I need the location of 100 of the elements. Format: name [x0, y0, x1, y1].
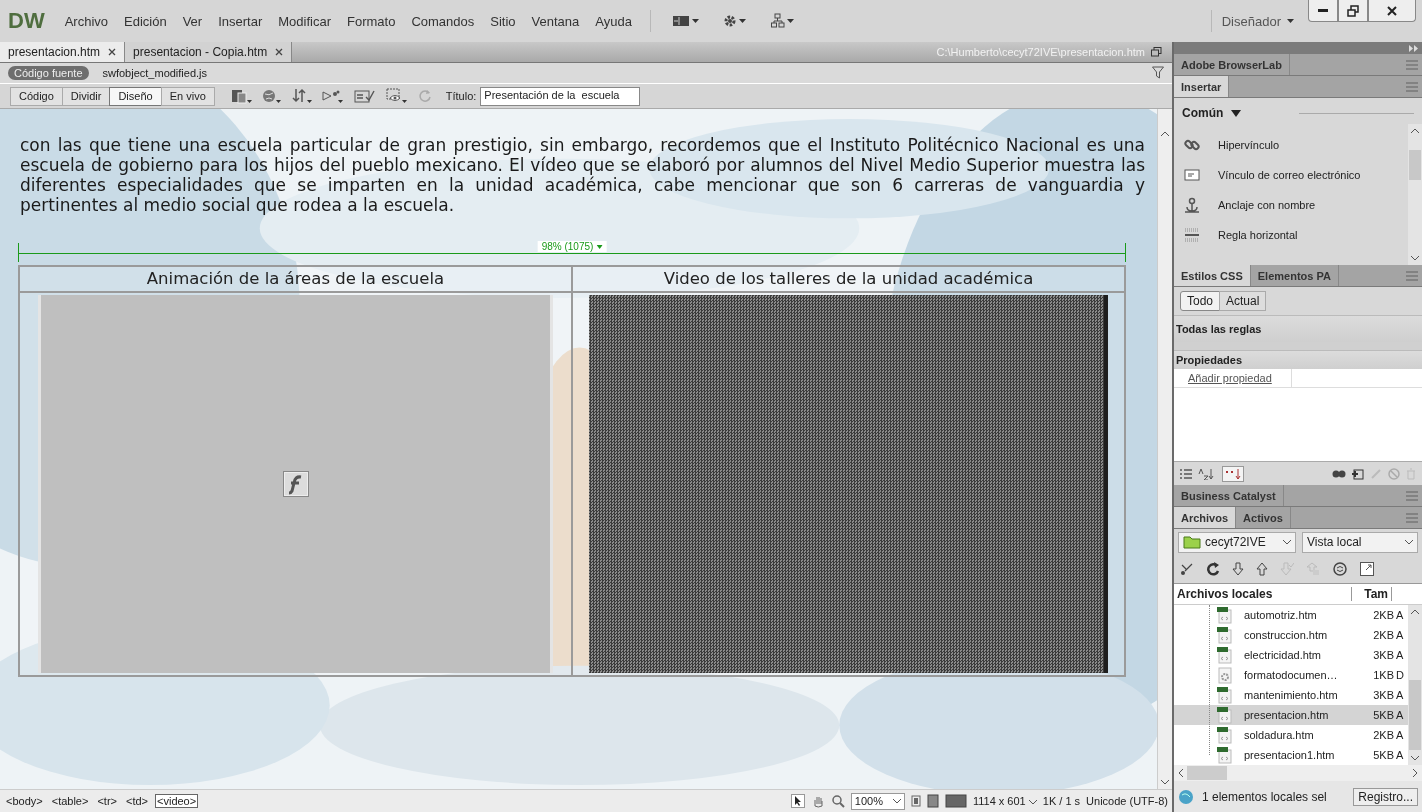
phone-size-icon — [910, 795, 921, 807]
file-row[interactable]: soldadura.htm 2KB A — [1174, 725, 1408, 745]
menu-item[interactable]: Archivo — [56, 13, 116, 29]
desktop-size-icon — [944, 794, 967, 808]
layout-icon — [672, 15, 699, 27]
zoom-icon — [830, 794, 845, 808]
refresh-icon — [417, 89, 432, 103]
status-text: 1 elementos locales sel — [1202, 789, 1327, 804]
zoom-dropdown[interactable]: 100% — [850, 792, 905, 810]
panel-tab[interactable]: Archivos — [1174, 507, 1237, 528]
related-file-tab[interactable]: swfobject_modified.js — [96, 66, 214, 80]
insert-item[interactable]: Vínculo de correo electrónico — [1174, 160, 1408, 190]
menu-item[interactable]: Ventana — [523, 13, 588, 29]
close-button[interactable] — [1368, 0, 1416, 22]
attach-stylesheet-icon — [1332, 468, 1346, 479]
category-dropdown[interactable]: Común — [1182, 106, 1224, 120]
file-row[interactable]: presentacion.htm 5KB A — [1174, 705, 1408, 725]
menu-item[interactable]: Edición — [116, 13, 175, 29]
insert-item[interactable]: Hipervínculo — [1174, 130, 1408, 160]
scrollbar[interactable] — [1174, 765, 1422, 781]
envelope-icon — [1184, 168, 1200, 182]
preview-icon — [321, 88, 344, 104]
scroll-thumb[interactable] — [1409, 680, 1421, 750]
tag-selector[interactable]: <video> — [155, 794, 199, 808]
scroll-up-icon — [1411, 128, 1419, 133]
scroll-down-icon — [1411, 256, 1419, 261]
file-row[interactable]: presentacion1.htm 5KB A — [1174, 745, 1408, 765]
body-paragraph: con las que tiene una escuela particular de gran prestigio, sin embargo, recordemos que el Instituto Politécnico Nacional es una escuela de gobierno para los hijos del pueblo mexicano. El vídeo que se elaboró por alumnos del Nivel Medio Superior muestra las diferentes especialidades que se imparten en la unidad académica, cabe mencionar que son 6 carreras de vanguardia y pertinentes al medio social que rodea a la escuela. — [20, 135, 1145, 215]
site-dropdown[interactable]: cecyt72IVE — [1178, 531, 1296, 553]
view-button[interactable]: Dividir — [61, 86, 111, 106]
related-file-tab[interactable]: Código fuente — [8, 66, 89, 80]
menu-item[interactable]: Ayuda — [587, 13, 640, 29]
table-header: Animación de la áreas de la escuela — [19, 266, 572, 292]
mode-toggle[interactable]: Todo — [1180, 291, 1221, 311]
tag-selector[interactable]: <tr> — [95, 794, 119, 808]
table-width-indicator[interactable]: 98% (1075) — [18, 241, 1126, 265]
insert-item[interactable]: Anclaje con nombre — [1174, 190, 1408, 220]
log-button[interactable]: Registro... — [1353, 787, 1418, 806]
menu-icon — [1406, 512, 1418, 523]
file-row[interactable]: mantenimiento.htm 3KB A — [1174, 685, 1408, 705]
panel-tab[interactable]: Estilos CSS — [1174, 265, 1251, 286]
file-row[interactable]: construccion.htm 2KB A — [1174, 625, 1408, 645]
caret-icon — [1287, 18, 1294, 24]
scroll-thumb[interactable] — [1187, 766, 1227, 780]
title-label: Título: — [445, 90, 477, 102]
view-dropdown[interactable]: Vista local — [1302, 531, 1418, 553]
mode-toggle[interactable]: Actual — [1219, 291, 1267, 311]
filter-icon — [1152, 66, 1164, 80]
column-header[interactable]: Tam — [1352, 587, 1392, 601]
document-tab[interactable]: presentacion - Copia.htm — [125, 42, 293, 62]
menu-item[interactable]: Comandos — [403, 13, 483, 29]
menu-icon — [1406, 59, 1418, 70]
scrollbar[interactable] — [1408, 605, 1422, 765]
document-tab[interactable]: presentacion.htm — [0, 42, 126, 62]
scroll-up-icon — [1411, 609, 1419, 614]
html-file-icon — [1216, 646, 1232, 664]
file-row[interactable]: electricidad.htm 3KB A — [1174, 645, 1408, 665]
file-row[interactable]: formatodocumen… 1KB D — [1174, 665, 1408, 685]
menu-item[interactable]: Modificar — [270, 13, 339, 29]
panel-title[interactable]: Insertar — [1174, 76, 1230, 97]
close-icon — [1386, 4, 1398, 17]
html-file-icon — [1216, 726, 1232, 744]
edit-icon — [1370, 467, 1382, 480]
menu-item[interactable]: Sitio — [482, 13, 524, 29]
menu-item[interactable]: Formato — [339, 13, 404, 29]
gear-icon — [722, 14, 747, 28]
category-view-icon — [1180, 468, 1192, 479]
tag-selector[interactable]: <body> — [4, 794, 45, 808]
file-row[interactable]: automotriz.htm 2KB A — [1174, 605, 1408, 625]
workspace-switcher[interactable]: Diseñador — [1221, 13, 1294, 29]
restore-icon — [1347, 4, 1359, 17]
scrollbar[interactable] — [1408, 124, 1422, 265]
file-path: C:\Humberto\cecyt72IVE\presentacion.htm — [936, 46, 1145, 58]
insert-item[interactable]: Regla horizontal — [1174, 220, 1408, 250]
html-file-icon — [1216, 626, 1232, 644]
menu-icon — [1406, 81, 1418, 92]
validate-icon — [353, 88, 376, 104]
scrollbar[interactable] — [1157, 109, 1172, 789]
scroll-thumb[interactable] — [1409, 149, 1421, 180]
transfer-arrows-icon — [291, 88, 312, 104]
view-button[interactable]: Código — [10, 86, 63, 106]
menu-item[interactable]: Ver — [174, 13, 211, 29]
minimize-icon — [1318, 9, 1328, 12]
title-field[interactable]: Presentación de la escuela — [480, 86, 641, 106]
gear-file-icon — [1216, 666, 1232, 684]
minimize-button[interactable] — [1308, 0, 1338, 22]
column-header[interactable]: Archivos locales — [1174, 587, 1352, 601]
plugin-icon — [282, 471, 309, 497]
tag-selector[interactable]: <table> — [49, 794, 91, 808]
view-button[interactable]: En vivo — [160, 86, 215, 106]
menu-icon — [1406, 270, 1418, 281]
panel-splitter[interactable] — [1174, 342, 1422, 350]
menu-item[interactable]: Insertar — [210, 13, 271, 29]
view-button[interactable]: Diseño — [109, 86, 162, 106]
sync-icon — [1332, 561, 1348, 577]
window-size-dropdown[interactable]: 1114 x 601 — [972, 795, 1037, 807]
tag-selector[interactable]: <td> — [124, 794, 150, 808]
restore-button[interactable] — [1338, 0, 1368, 22]
caret-icon — [596, 244, 603, 249]
globe-icon — [261, 88, 282, 104]
